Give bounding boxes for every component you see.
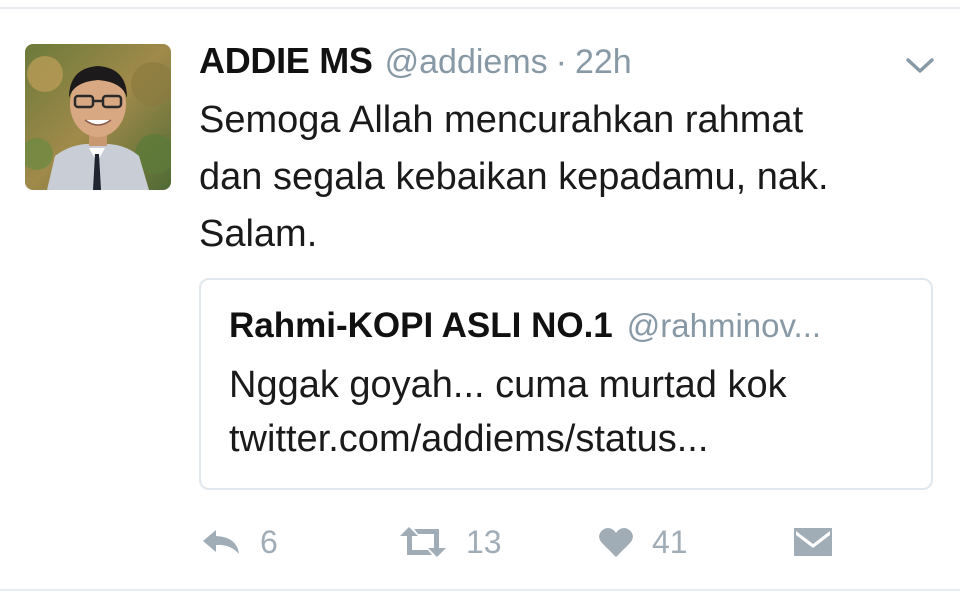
tweet-timestamp[interactable]: 22h: [575, 43, 632, 82]
separator-dot: ·: [555, 43, 567, 81]
retweet-count: 13: [466, 523, 502, 560]
quoted-text-line: twitter.com/addiems/status...: [229, 418, 709, 460]
tweet-header: ADDIE MS @addiems · 22h: [199, 40, 632, 86]
like-count: 41: [652, 523, 688, 560]
quoted-tweet-text: Nggak goyah... cuma murtad kok twitter.c…: [229, 358, 787, 466]
retweet-button[interactable]: 13: [398, 518, 502, 566]
action-bar: 6 13 41: [0, 518, 960, 566]
bottom-divider: [0, 589, 960, 591]
quoted-tweet-header: Rahmi-KOPI ASLI NO.1 @rahminov...: [229, 306, 821, 346]
quoted-author-handle: @rahminov...: [626, 307, 822, 344]
reply-button[interactable]: 6: [200, 518, 278, 566]
tweet-card: ADDIE MS @addiems · 22h Semoga Allah men…: [0, 0, 960, 604]
avatar-photo: [25, 44, 171, 190]
tweet-text: Semoga Allah mencurahkan rahmat dan sega…: [199, 92, 929, 263]
quoted-tweet[interactable]: Rahmi-KOPI ASLI NO.1 @rahminov... Nggak …: [199, 278, 933, 490]
top-divider: [0, 7, 960, 9]
tweet-text-line: dan segala kebaikan kepadamu, nak.: [199, 156, 829, 198]
quoted-text-line: Nggak goyah... cuma murtad kok: [229, 364, 787, 406]
heart-icon: [598, 526, 634, 558]
reply-icon: [200, 527, 242, 557]
author-name[interactable]: ADDIE MS: [199, 40, 373, 82]
tweet-text-line: Salam.: [199, 213, 318, 255]
envelope-icon: [793, 526, 833, 558]
like-button[interactable]: 41: [598, 518, 688, 566]
tweet-text-line: Semoga Allah mencurahkan rahmat: [199, 99, 804, 141]
reply-count: 6: [260, 523, 278, 560]
direct-message-button[interactable]: [793, 518, 833, 566]
author-handle[interactable]: @addiems: [385, 43, 548, 82]
chevron-down-icon[interactable]: [904, 56, 936, 76]
quoted-author-name: Rahmi-KOPI ASLI NO.1: [229, 306, 613, 345]
avatar[interactable]: [25, 44, 171, 190]
retweet-icon: [398, 526, 448, 558]
